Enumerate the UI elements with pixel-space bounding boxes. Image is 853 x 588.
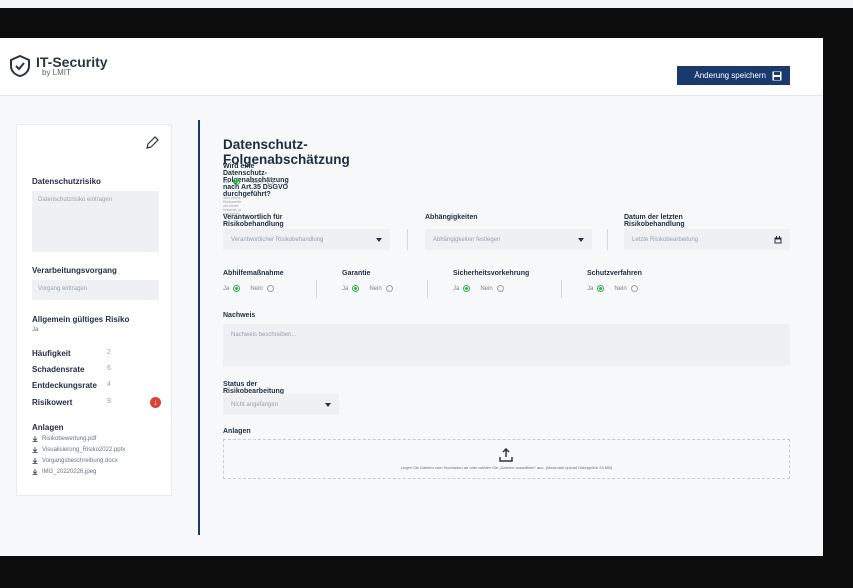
datenschutzrisiko-label: Datenschutzrisiko	[32, 177, 101, 186]
sicherheit-label: Sicherheitsvorkehrung	[453, 270, 530, 277]
metric-value: 4	[107, 381, 111, 388]
status-value: Nicht angefangen	[231, 401, 279, 408]
bottom-backdrop	[0, 556, 853, 588]
abhilfe-radio-group[interactable]: Ja Nein	[223, 285, 274, 292]
schutz-radio-group[interactable]: Ja Nein	[587, 285, 638, 292]
abhilfe-label: Abhilfemaßnahme	[223, 270, 284, 277]
sicherheit-radio-group[interactable]: Ja Nein	[453, 285, 504, 292]
radio-yes[interactable]	[233, 178, 241, 185]
radio-yes-label: Ja	[342, 285, 349, 292]
radio-yes[interactable]	[233, 285, 241, 292]
shield-logo-icon	[10, 54, 30, 78]
metric-label: Häufigkeit	[32, 349, 71, 358]
garantie-radio-group[interactable]: Ja Nein	[342, 285, 393, 292]
radio-yes[interactable]	[352, 285, 360, 292]
radio-yes-label: Ja	[453, 285, 460, 292]
edit-pencil-icon[interactable]	[145, 136, 159, 150]
logo-title: IT-Security	[36, 54, 108, 70]
nachweis-textarea[interactable]: Nachweis beschreiben...	[223, 324, 790, 366]
attachment-name: Risikobewertung.pdf	[42, 436, 97, 442]
radio-no[interactable]	[266, 285, 274, 292]
upload-dropzone[interactable]: Legen Sie Dateien zum Hochladen ab oder …	[223, 439, 790, 479]
field-separator	[561, 280, 562, 298]
radio-no[interactable]	[630, 285, 638, 292]
metric-label: Risikowert	[32, 398, 73, 407]
radio-no-label: Nein	[369, 285, 382, 292]
logo-subtitle: by LMIT	[42, 68, 71, 77]
schutz-label: Schutzverfahren	[587, 270, 642, 277]
header: IT-Security by LMIT Änderung speichern	[0, 38, 823, 96]
download-icon	[32, 469, 38, 475]
save-disk-icon	[772, 71, 782, 80]
chevron-down-icon	[578, 237, 584, 242]
allgemein-gueltig-value: Ja	[32, 327, 39, 333]
radio-no[interactable]	[496, 285, 504, 292]
attachment-name: Vorgangsbeschreibung.docx	[42, 458, 118, 464]
radio-yes-label: Ja	[223, 178, 230, 185]
radio-yes-label: Ja	[587, 285, 594, 292]
dsfa-hint: Wird meine Risikowerte wie bisher bewert…	[223, 196, 242, 216]
app-window: IT-Security by LMIT Änderung speichern D…	[0, 38, 823, 556]
status-select[interactable]: Nicht angefangen	[223, 394, 339, 415]
top-strip	[0, 0, 853, 8]
datum-label: Datum der letzten Risikobehandlung	[624, 214, 685, 228]
nachweis-label: Nachweis	[223, 312, 256, 319]
dsfa-radio-group[interactable]: Ja Nein	[223, 178, 274, 185]
datenschutzrisiko-field[interactable]: Datenschutzrisiko eintragen	[32, 191, 159, 252]
risk-alert-icon: ↓	[150, 397, 161, 408]
field-separator	[316, 280, 317, 298]
datum-placeholder: Letzte Risikobearbeitung	[632, 236, 699, 243]
verantwortlich-placeholder: Verantwortlicher Risikobehandlung	[231, 236, 324, 243]
field-separator	[427, 280, 428, 298]
metric-label: Schadensrate	[32, 365, 85, 374]
download-icon	[32, 436, 38, 442]
garantie-label: Garantie	[342, 270, 371, 277]
verantwortlich-label: Verantwortlich für Risikobehandlung	[223, 214, 284, 228]
chevron-down-icon	[325, 402, 331, 407]
verarbeitungsvorgang-field[interactable]: Vorgang eintragen	[32, 280, 159, 300]
save-changes-button[interactable]: Änderung speichern	[677, 66, 790, 85]
save-changes-label: Änderung speichern	[694, 71, 766, 80]
radio-yes-label: Ja	[223, 285, 230, 292]
download-icon	[32, 458, 38, 464]
abhaengigkeiten-select[interactable]: Abhängigkeiten festlegen	[425, 229, 592, 250]
allgemein-gueltig-label: Allgemein gültiges Risiko	[32, 315, 130, 324]
status-label: Status der Risikobearbeitung	[223, 381, 285, 395]
radio-no-label: Nein	[250, 285, 263, 292]
radio-no-label: Nein	[480, 285, 493, 292]
chevron-down-icon	[376, 237, 382, 242]
logo[interactable]: IT-Security by LMIT	[8, 54, 108, 78]
verarbeitungsvorgang-label: Verarbeitungsvorgang	[32, 266, 117, 275]
field-separator	[607, 229, 608, 250]
metric-value: 2	[107, 349, 111, 356]
attachment-link[interactable]: IMG_20220226.jpeg	[32, 469, 96, 475]
upload-instructions: Legen Sie Dateien zum Hochladen ab oder …	[400, 465, 613, 470]
radio-yes[interactable]	[463, 285, 471, 292]
metric-label: Entdeckungsrate	[32, 381, 97, 390]
attachments-label: Anlagen	[32, 423, 64, 432]
radio-yes[interactable]	[597, 285, 605, 292]
metric-value: 6	[107, 365, 111, 372]
anlagen-label: Anlagen	[223, 428, 251, 435]
attachment-link[interactable]: Vorgangsbeschreibung.docx	[32, 458, 118, 464]
metric-value: 9	[107, 398, 111, 405]
abhaengigkeiten-label: Abhängigkeiten	[425, 214, 478, 221]
abhaengigkeiten-placeholder: Abhängigkeiten festlegen	[433, 236, 501, 243]
download-icon	[32, 447, 38, 453]
calendar-icon[interactable]	[774, 235, 782, 244]
radio-no-label: Nein	[250, 178, 263, 185]
risk-summary-sidebar: Datenschutzrisiko Datenschutzrisiko eint…	[16, 124, 172, 496]
upload-icon[interactable]	[499, 448, 513, 462]
field-separator	[407, 229, 408, 250]
attachment-name: Visualisierung_Risiko2022.pptx	[42, 447, 126, 453]
section-divider	[198, 120, 200, 535]
datum-field[interactable]: Letzte Risikobearbeitung	[624, 229, 790, 250]
attachment-name: IMG_20220226.jpeg	[42, 469, 97, 475]
radio-no-label: Nein	[614, 285, 627, 292]
radio-no[interactable]	[266, 178, 274, 185]
attachment-link[interactable]: Visualisierung_Risiko2022.pptx	[32, 447, 125, 453]
radio-no[interactable]	[385, 285, 393, 292]
verantwortlich-select[interactable]: Verantwortlicher Risikobehandlung	[223, 229, 390, 250]
attachment-link[interactable]: Risikobewertung.pdf	[32, 436, 96, 442]
